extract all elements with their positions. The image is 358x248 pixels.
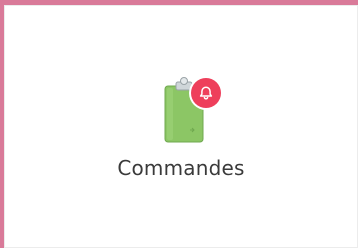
orders-icon-group	[163, 74, 225, 144]
tile-label: Commandes	[117, 156, 245, 180]
bell-icon	[199, 86, 213, 100]
tile-frame: Commandes	[0, 0, 358, 248]
orders-tile[interactable]: Commandes	[4, 5, 358, 248]
notification-badge	[191, 78, 221, 108]
